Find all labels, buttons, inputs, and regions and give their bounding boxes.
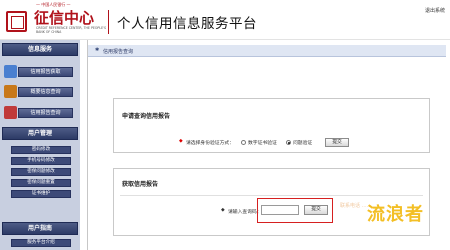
sidebar-link-password[interactable]: 密码修改 — [11, 146, 71, 154]
sidebar-section-info-service: 信息服务 — [2, 43, 78, 56]
radio-question-verification[interactable] — [286, 140, 291, 145]
required-star-icon: ◆ — [179, 139, 183, 144]
sidebar-item-report-query[interactable]: 信用报告查询 — [4, 106, 76, 120]
radio-digital-certificate[interactable] — [241, 140, 246, 145]
sidebar: 信息服务 信用报告获取 概要信息查询 信用报告查询 用户管理 密码修改 手机号码… — [0, 40, 80, 250]
logo-text: 征信中心 — [34, 9, 95, 27]
obtain-panel-title: 获取信用报告 — [122, 181, 159, 188]
header: — 中国人民银行 — 征信中心 CREDIT REFERENCE CENTER,… — [0, 0, 450, 40]
radio-label-question-verification: 问题验证 — [293, 141, 313, 146]
required-star-icon: ◆ — [221, 208, 225, 213]
sidebar-item-label: 概要信息查询 — [18, 87, 73, 97]
sidebar-section-user-guide: 用户指南 — [2, 222, 78, 235]
sidebar-link-phone[interactable]: 手机号码修改 — [11, 157, 71, 165]
credit-center-logo-icon — [6, 11, 27, 32]
radio-label-digital-certificate: 数字证书验证 — [248, 141, 277, 146]
obtain-submit-button[interactable]: 提交 — [304, 205, 328, 215]
sidebar-link-security-question-reset[interactable]: 密保问题重置 — [11, 179, 71, 187]
query-code-input[interactable] — [261, 205, 299, 215]
sidebar-item-get-report[interactable]: 信用报告获取 — [4, 65, 76, 79]
apply-panel-title: 申请查询信用报告 — [122, 113, 171, 120]
sidebar-link-certificate[interactable]: 证书维护 — [11, 190, 71, 198]
breadcrumb-bullet-icon: ✱ — [95, 47, 100, 53]
apply-submit-button[interactable]: 提交 — [325, 138, 349, 147]
panel-separator — [120, 195, 423, 196]
sidebar-item-label: 信用报告获取 — [18, 67, 73, 77]
sidebar-item-summary-query[interactable]: 概要信息查询 — [4, 85, 76, 99]
query-icon — [4, 106, 17, 119]
apply-report-panel: 申请查询信用报告 ◆ 请选择身份验证方式： 数字证书验证 问题验证 提交 — [113, 98, 430, 153]
watermark: 流浪者 — [367, 204, 424, 225]
sidebar-link-platform-intro[interactable]: 服务平台介绍 — [11, 239, 71, 247]
breadcrumb-current: 信用报告查询 — [103, 48, 134, 55]
logout-link[interactable]: 退出系统 — [425, 7, 445, 14]
logo-english-name: CREDIT REFERENCE CENTER, THE PEOPLE'S BA… — [36, 26, 107, 34]
sidebar-link-security-question-edit[interactable]: 密保问题修改 — [11, 168, 71, 176]
header-divider — [108, 10, 109, 34]
verification-prompt: 请选择身份验证方式： — [186, 141, 234, 146]
breadcrumb: ✱ 信用报告查询 — [88, 45, 446, 57]
site-title: 个人信用信息服务平台 — [117, 16, 257, 32]
report-icon — [4, 65, 17, 78]
sidebar-section-user-management: 用户管理 — [2, 127, 78, 140]
sidebar-item-label: 信用报告查询 — [18, 108, 73, 118]
summary-icon — [4, 85, 17, 98]
